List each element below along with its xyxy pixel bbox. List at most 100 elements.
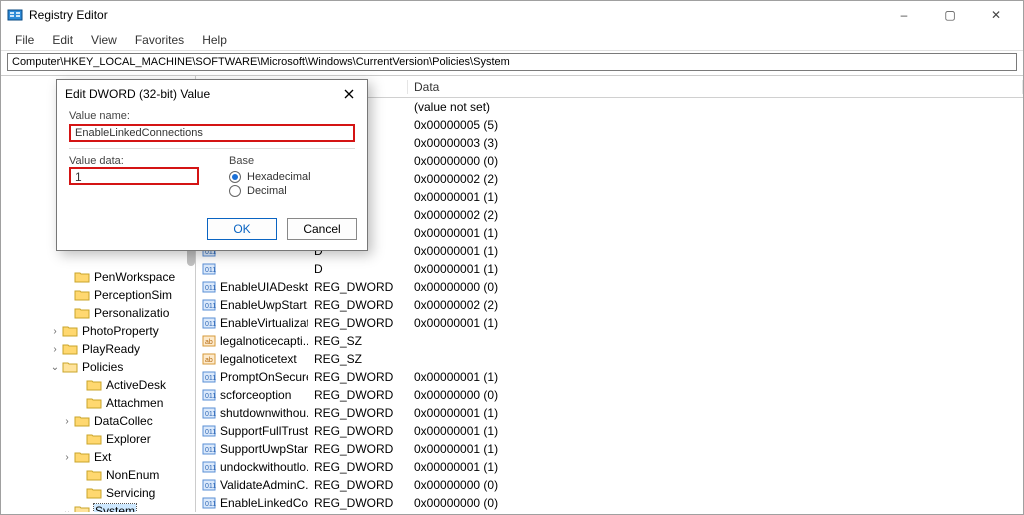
value-data: 0x00000003 (3) bbox=[408, 136, 1023, 150]
expander-icon[interactable]: › bbox=[49, 344, 61, 355]
dword-value-icon: 011 bbox=[202, 388, 216, 402]
radio-hexadecimal[interactable]: Hexadecimal bbox=[229, 171, 355, 183]
list-row[interactable]: 011undockwithoutlo...REG_DWORD0x00000001… bbox=[196, 458, 1023, 476]
tree-item[interactable]: ›PlayReady bbox=[1, 340, 195, 358]
dword-value-icon: 011 bbox=[202, 316, 216, 330]
list-row[interactable]: 011EnableVirtualizat...REG_DWORD0x000000… bbox=[196, 314, 1023, 332]
dword-value-icon: 011 bbox=[202, 478, 216, 492]
menu-view[interactable]: View bbox=[83, 31, 125, 49]
tree-item[interactable]: NonEnum bbox=[1, 466, 195, 484]
svg-text:011: 011 bbox=[205, 483, 216, 490]
dword-value-icon: 011 bbox=[202, 370, 216, 384]
edit-dword-dialog: Edit DWORD (32-bit) Value Value name: En… bbox=[56, 79, 368, 251]
dword-value-icon: 011 bbox=[202, 496, 216, 510]
tree-item[interactable]: Explorer bbox=[1, 430, 195, 448]
value-data: 0x00000002 (2) bbox=[408, 298, 1023, 312]
folder-icon bbox=[86, 378, 102, 392]
dword-value-icon: 011 bbox=[202, 298, 216, 312]
list-row[interactable]: 011EnableLinkedCo...REG_DWORD0x00000000 … bbox=[196, 494, 1023, 512]
svg-text:011: 011 bbox=[205, 447, 216, 454]
list-row[interactable]: 011PromptOnSecure...REG_DWORD0x00000001 … bbox=[196, 368, 1023, 386]
value-name: PromptOnSecure... bbox=[220, 370, 308, 384]
value-data: 0x00000000 (0) bbox=[408, 388, 1023, 402]
value-type: REG_DWORD bbox=[308, 406, 408, 420]
tree-item[interactable]: PenWorkspace bbox=[1, 268, 195, 286]
tree-item[interactable]: ›PhotoProperty bbox=[1, 322, 195, 340]
dword-value-icon: 011 bbox=[202, 460, 216, 474]
tree-item[interactable]: › Ext bbox=[1, 448, 195, 466]
list-row[interactable]: 011SupportFullTrust...REG_DWORD0x0000000… bbox=[196, 422, 1023, 440]
folder-icon bbox=[62, 360, 78, 374]
value-data: 0x00000001 (1) bbox=[408, 424, 1023, 438]
list-row[interactable]: 011shutdownwithou...REG_DWORD0x00000001 … bbox=[196, 404, 1023, 422]
folder-icon bbox=[74, 414, 90, 428]
radio-decimal[interactable]: Decimal bbox=[229, 185, 355, 197]
cancel-button[interactable]: Cancel bbox=[287, 218, 357, 240]
maximize-button[interactable]: ▢ bbox=[927, 1, 973, 29]
value-name: EnableUIADeskt... bbox=[220, 280, 308, 294]
list-row[interactable]: ablegalnoticecapti...REG_SZ bbox=[196, 332, 1023, 350]
list-row[interactable]: ablegalnoticetextREG_SZ bbox=[196, 350, 1023, 368]
tree-item[interactable]: Personalizatio bbox=[1, 304, 195, 322]
dialog-close-button[interactable] bbox=[339, 84, 359, 104]
column-header-data[interactable]: Data bbox=[408, 80, 1023, 94]
expander-icon[interactable]: › bbox=[61, 452, 73, 463]
radio-icon bbox=[229, 171, 241, 183]
expander-icon[interactable]: ⌄ bbox=[49, 362, 61, 373]
folder-icon bbox=[62, 342, 78, 356]
folder-icon bbox=[74, 504, 90, 512]
menu-edit[interactable]: Edit bbox=[44, 31, 81, 49]
svg-text:ab: ab bbox=[205, 357, 213, 364]
value-name-field[interactable]: EnableLinkedConnections bbox=[69, 124, 355, 142]
tree-item-label: Servicing bbox=[106, 486, 155, 500]
value-data: 0x00000000 (0) bbox=[408, 478, 1023, 492]
radio-icon bbox=[229, 185, 241, 197]
list-row[interactable]: 011SupportUwpStar...REG_DWORD0x00000001 … bbox=[196, 440, 1023, 458]
tree-item-label: PerceptionSim bbox=[94, 288, 172, 302]
window-title: Registry Editor bbox=[29, 8, 881, 22]
value-type: REG_DWORD bbox=[308, 298, 408, 312]
ok-button[interactable]: OK bbox=[207, 218, 277, 240]
tree-item[interactable]: Servicing bbox=[1, 484, 195, 502]
expander-icon[interactable]: › bbox=[61, 416, 73, 427]
tree-item-label: Ext bbox=[94, 450, 111, 464]
list-row[interactable]: 011 EnableUwpStart...REG_DWORD0x00000002 … bbox=[196, 296, 1023, 314]
menu-file[interactable]: File bbox=[7, 31, 42, 49]
minimize-button[interactable]: – bbox=[881, 1, 927, 29]
menu-help[interactable]: Help bbox=[194, 31, 235, 49]
dword-value-icon: 011 bbox=[202, 424, 216, 438]
list-row[interactable]: 011ValidateAdminC...REG_DWORD0x00000000 … bbox=[196, 476, 1023, 494]
address-input[interactable]: Computer\HKEY_LOCAL_MACHINE\SOFTWARE\Mic… bbox=[7, 53, 1017, 71]
folder-icon bbox=[74, 450, 90, 464]
expander-icon[interactable]: ⌄ bbox=[61, 506, 73, 513]
folder-icon bbox=[74, 288, 90, 302]
list-row[interactable]: 011EnableUIADeskt...REG_DWORD0x00000000 … bbox=[196, 278, 1023, 296]
string-value-icon: ab bbox=[202, 334, 216, 348]
tree-item[interactable]: ActiveDesk bbox=[1, 376, 195, 394]
tree-item[interactable]: ⌄System bbox=[1, 502, 195, 512]
value-data: 0x00000000 (0) bbox=[408, 280, 1023, 294]
close-button[interactable]: ✕ bbox=[973, 1, 1019, 29]
dialog-titlebar: Edit DWORD (32-bit) Value bbox=[57, 80, 367, 108]
menu-favorites[interactable]: Favorites bbox=[127, 31, 192, 49]
expander-icon[interactable]: › bbox=[49, 326, 61, 337]
menubar: FileEditViewFavoritesHelp bbox=[1, 29, 1023, 51]
tree-item[interactable]: Attachmen bbox=[1, 394, 195, 412]
list-row[interactable]: 011scforceoptionREG_DWORD0x00000000 (0) bbox=[196, 386, 1023, 404]
svg-text:011: 011 bbox=[205, 393, 216, 400]
value-data: 0x00000001 (1) bbox=[408, 190, 1023, 204]
tree-item[interactable]: PerceptionSim bbox=[1, 286, 195, 304]
value-data: 0x00000001 (1) bbox=[408, 316, 1023, 330]
svg-text:011: 011 bbox=[205, 267, 216, 274]
value-name: EnableUwpStart... bbox=[220, 298, 308, 312]
dialog-title: Edit DWORD (32-bit) Value bbox=[65, 87, 339, 101]
dword-value-icon: 011 bbox=[202, 262, 216, 276]
tree-item[interactable]: ›DataCollec bbox=[1, 412, 195, 430]
value-data-field[interactable]: 1 bbox=[69, 167, 199, 185]
titlebar: Registry Editor – ▢ ✕ bbox=[1, 1, 1023, 29]
value-name: EnableVirtualizat... bbox=[220, 316, 308, 330]
list-row[interactable]: 011D0x00000001 (1) bbox=[196, 260, 1023, 278]
tree-item[interactable]: ⌄Policies bbox=[1, 358, 195, 376]
value-data: 0x00000001 (1) bbox=[408, 244, 1023, 258]
value-data: 0x00000002 (2) bbox=[408, 208, 1023, 222]
